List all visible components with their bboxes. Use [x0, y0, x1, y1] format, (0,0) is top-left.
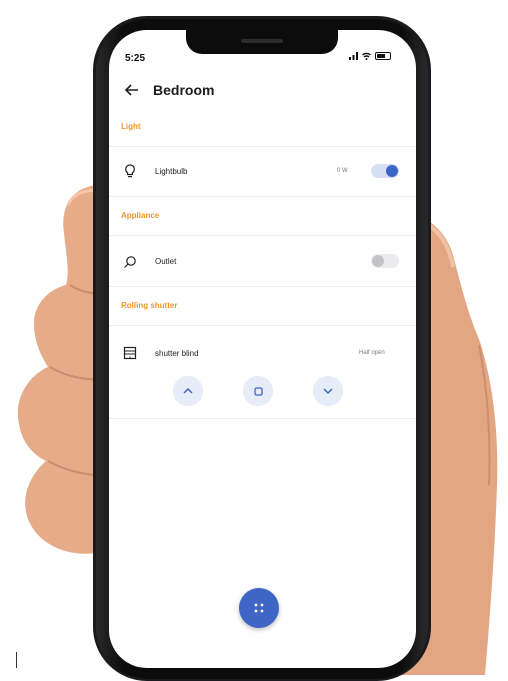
phone-screen: 5:25 Bedroom Light Lightbulb 0 W Applian…: [109, 30, 416, 668]
shutter-status: Half open: [359, 350, 385, 356]
shutter-stop-button[interactable]: [243, 376, 273, 406]
plug-icon: [124, 256, 136, 268]
chevron-down-icon: [323, 388, 333, 395]
arrow-left-icon[interactable]: [125, 84, 139, 96]
section-label-light: Light: [121, 122, 141, 131]
notch: [186, 30, 338, 54]
chevron-up-icon: [183, 387, 193, 394]
lightbulb-icon: [125, 164, 135, 178]
device-label: Outlet: [155, 257, 177, 266]
status-time: 5:25: [125, 53, 146, 64]
shutter-up-button[interactable]: [173, 376, 203, 406]
divider: [109, 286, 416, 287]
section-label-rolling-shutter: Rolling shutter: [121, 301, 178, 310]
divider: [109, 325, 416, 326]
stop-icon: [253, 386, 263, 396]
cellular-signal-icon: [349, 52, 358, 60]
grid-dots-icon: [254, 603, 264, 613]
list-item-shutter[interactable]: shutter blind Half open: [109, 331, 416, 411]
device-label: shutter blind: [155, 349, 199, 358]
page-title: Bedroom: [153, 82, 215, 98]
shutter-down-button[interactable]: [313, 376, 343, 406]
power-readout: 0 W: [337, 168, 348, 174]
status-icons: [349, 52, 391, 60]
list-item-lightbulb[interactable]: Lightbulb 0 W: [109, 149, 416, 193]
section-label-appliance: Appliance: [121, 211, 160, 220]
divider: [109, 196, 416, 197]
speaker: [241, 39, 283, 43]
wifi-icon: [362, 52, 371, 60]
menu-fab-button[interactable]: [239, 588, 279, 628]
divider: [109, 235, 416, 236]
outlet-toggle[interactable]: [371, 254, 399, 268]
device-label: Lightbulb: [155, 167, 188, 176]
divider: [109, 146, 416, 147]
toggle-knob: [386, 165, 398, 177]
text-cursor-mark: [16, 652, 17, 668]
list-item-outlet[interactable]: Outlet: [109, 239, 416, 283]
toggle-knob: [372, 255, 384, 267]
page-header: Bedroom: [125, 82, 214, 98]
divider: [109, 418, 416, 419]
battery-icon: [375, 52, 391, 60]
lightbulb-toggle[interactable]: [371, 164, 399, 178]
shutter-icon: [123, 346, 137, 360]
